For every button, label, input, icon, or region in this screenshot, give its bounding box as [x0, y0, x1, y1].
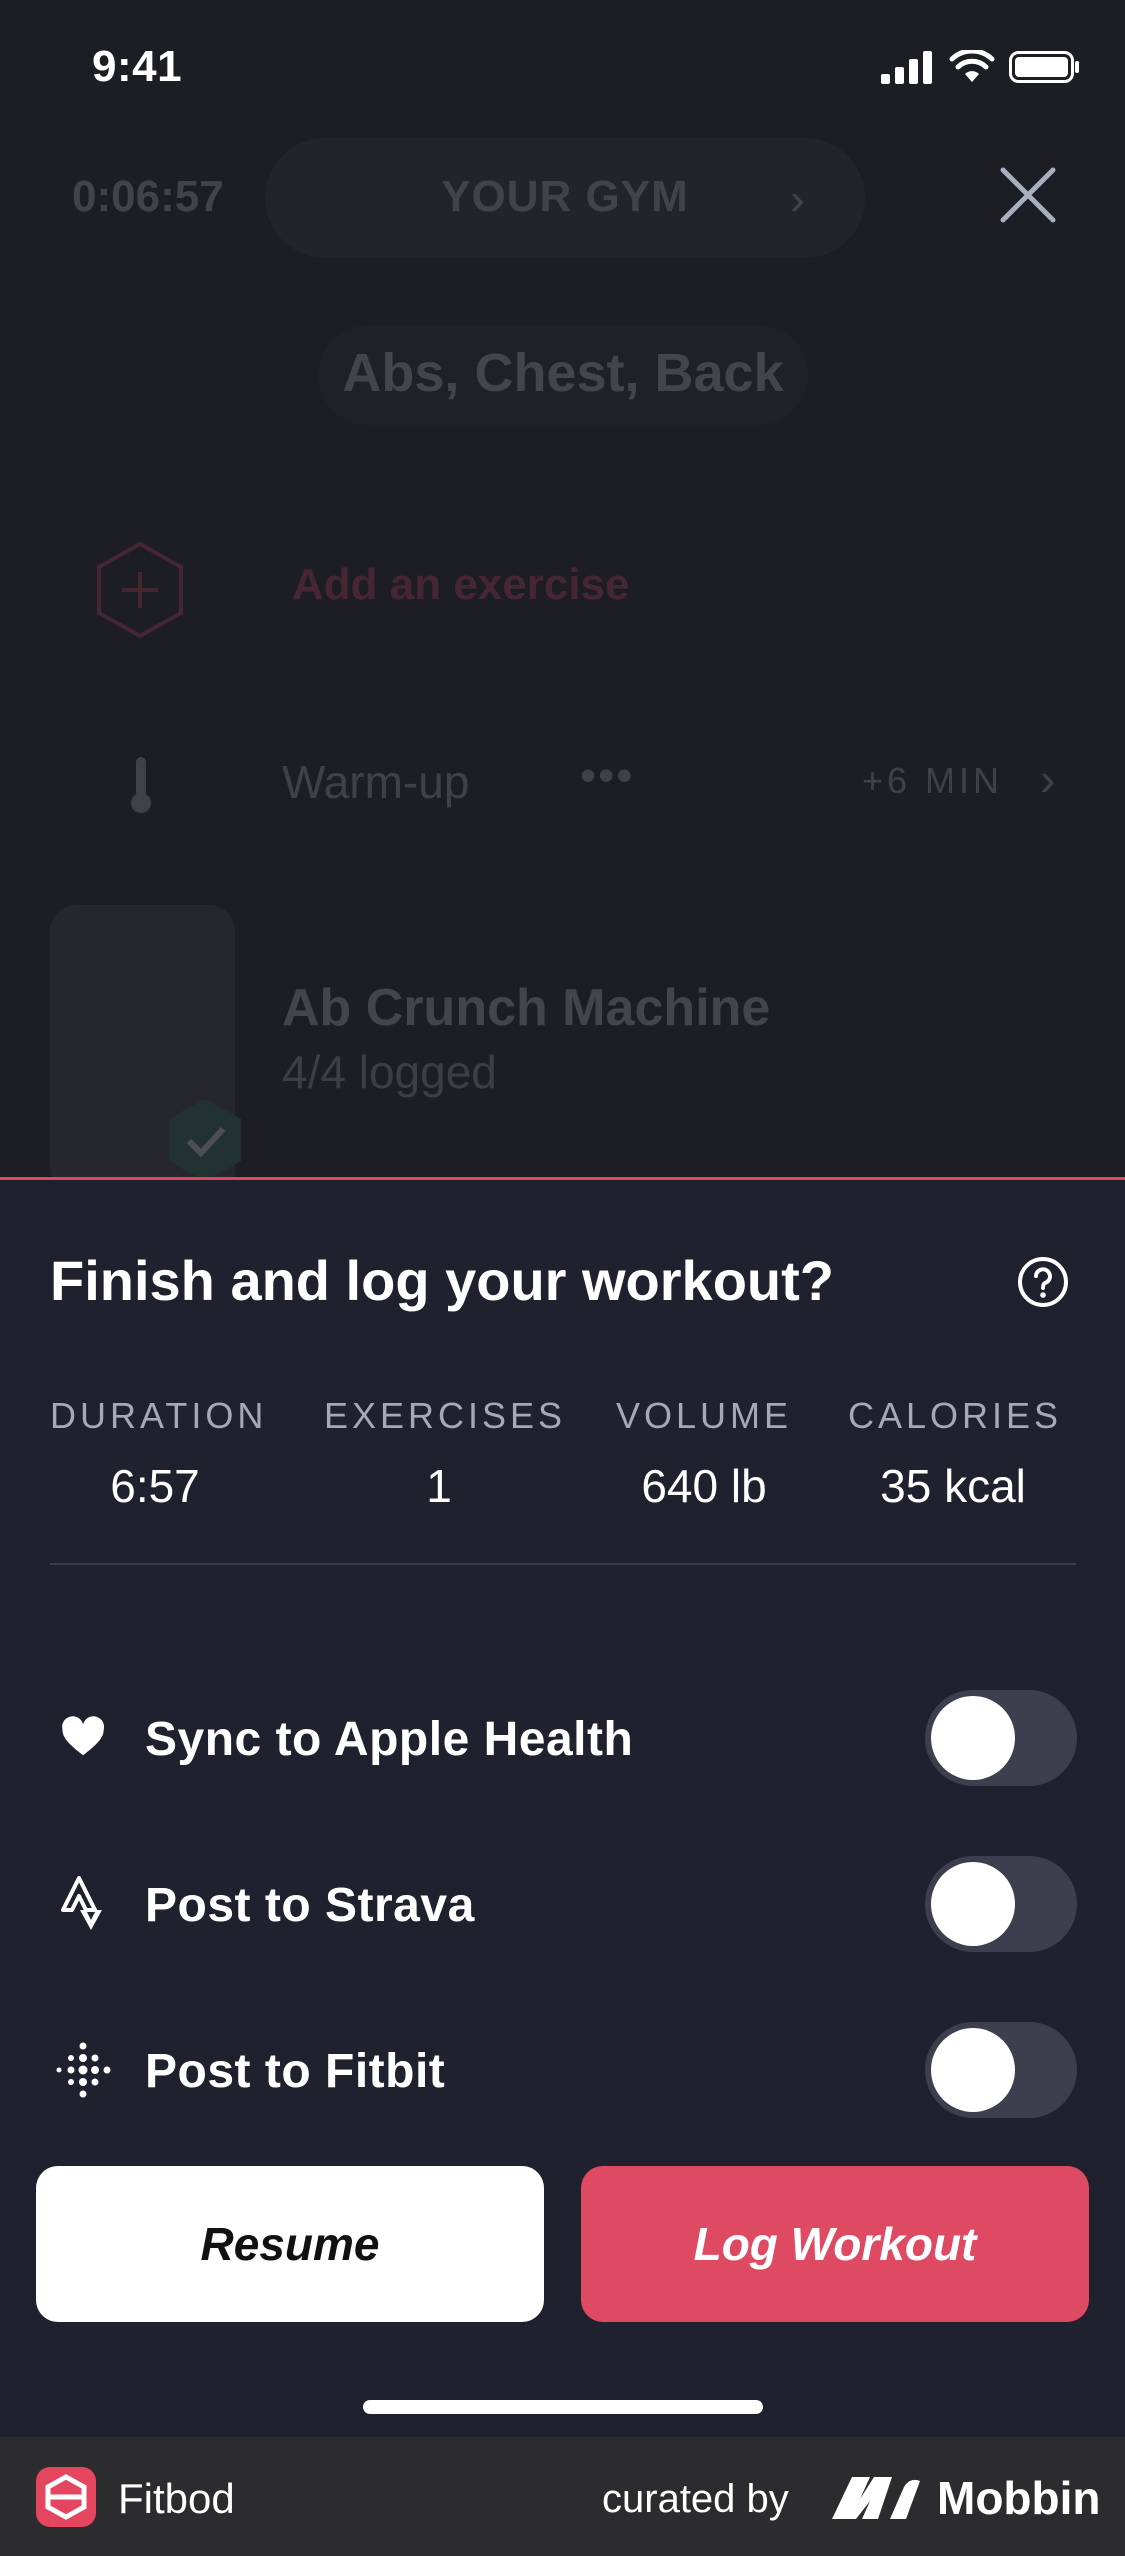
strava-row: Post to Strava — [0, 1854, 1125, 1954]
fitbod-mark — [45, 2474, 87, 2520]
apple-health-label: Sync to Apple Health — [145, 1713, 634, 1766]
add-exercise-label: Add an exercise — [292, 560, 630, 609]
workout-stats: DURATION 6:57 EXERCISES 1 VOLUME 640 lb … — [0, 1395, 1125, 1535]
status-time: 9:41 — [92, 42, 183, 91]
workout-timer: 0:06:57 — [72, 172, 224, 221]
battery-icon — [1009, 51, 1079, 83]
help-icon[interactable] — [1017, 1256, 1069, 1308]
stat-label: CALORIES — [848, 1395, 1063, 1436]
stat-calories: CALORIES 35 kcal — [848, 1395, 1058, 1513]
stat-volume: VOLUME 640 lb — [614, 1395, 794, 1513]
chevron-right-icon: › — [1040, 753, 1056, 805]
stat-value: 35 kcal — [880, 1460, 1026, 1512]
resume-button[interactable]: Resume — [36, 2166, 544, 2322]
fitbit-toggle[interactable] — [925, 2022, 1077, 2118]
finish-workout-sheet: Finish and log your workout? DURATION 6:… — [0, 1177, 1125, 2437]
workout-screen-background: 0:06:57 YOUR GYM › Abs, Chest, Back Add … — [0, 0, 1125, 1177]
stat-duration: DURATION 6:57 — [50, 1395, 268, 1513]
warmup-label: Warm-up — [282, 756, 470, 808]
add-exercise-icon — [97, 541, 183, 639]
app-name: Fitbod — [118, 2475, 235, 2522]
wifi-icon — [949, 50, 995, 82]
gym-label: YOUR GYM — [441, 172, 689, 221]
log-workout-button[interactable]: Log Workout — [581, 2166, 1089, 2322]
stat-label: EXERCISES — [324, 1395, 567, 1436]
check-badge-icon — [169, 1099, 241, 1177]
stat-label: VOLUME — [615, 1395, 793, 1436]
more-icon: ••• — [580, 749, 635, 801]
curated-by-label: curated by — [602, 2477, 789, 2521]
close-icon[interactable] — [995, 162, 1061, 228]
fitbod-logo-icon — [36, 2467, 96, 2527]
home-indicator — [363, 2400, 763, 2414]
exercise-name: Ab Crunch Machine — [282, 979, 771, 1037]
divider — [50, 1563, 1076, 1565]
warmup-duration: +6 MIN — [862, 760, 1004, 801]
brand-name: Mobbin — [937, 2472, 1101, 2524]
toggle-knob — [931, 2028, 1015, 2112]
stat-value: 640 lb — [641, 1460, 767, 1512]
chevron-right-icon: › — [790, 175, 805, 224]
stat-value: 1 — [426, 1460, 452, 1512]
stat-exercises: EXERCISES 1 — [324, 1395, 567, 1513]
fitbit-label: Post to Fitbit — [145, 2045, 446, 2098]
fitbit-icon — [56, 2042, 111, 2098]
toggle-knob — [931, 1862, 1015, 1946]
strava-toggle[interactable] — [925, 1856, 1077, 1952]
muscle-groups-title: Abs, Chest, Back — [342, 343, 784, 403]
sheet-title: Finish and log your workout? — [50, 1249, 834, 1312]
apple-health-toggle[interactable] — [925, 1690, 1077, 1786]
mobbin-logo-icon — [832, 2477, 920, 2519]
stat-label: DURATION — [50, 1395, 268, 1436]
status-icons — [881, 50, 1081, 84]
strava-icon — [61, 1876, 102, 1930]
status-bar: 9:41 — [0, 0, 1125, 140]
footer-bar: Fitbod curated by Mobbin — [0, 2437, 1125, 2556]
stat-value: 6:57 — [110, 1460, 200, 1512]
strava-label: Post to Strava — [145, 1879, 475, 1932]
exercise-logged-count: 4/4 logged — [282, 1046, 497, 1098]
fitbit-row: Post to Fitbit — [0, 2020, 1125, 2120]
heart-icon — [62, 1716, 105, 1756]
apple-health-row: Sync to Apple Health — [0, 1688, 1125, 1788]
thermometer-icon — [131, 757, 151, 813]
signal-icon — [881, 51, 932, 84]
toggle-knob — [931, 1696, 1015, 1780]
